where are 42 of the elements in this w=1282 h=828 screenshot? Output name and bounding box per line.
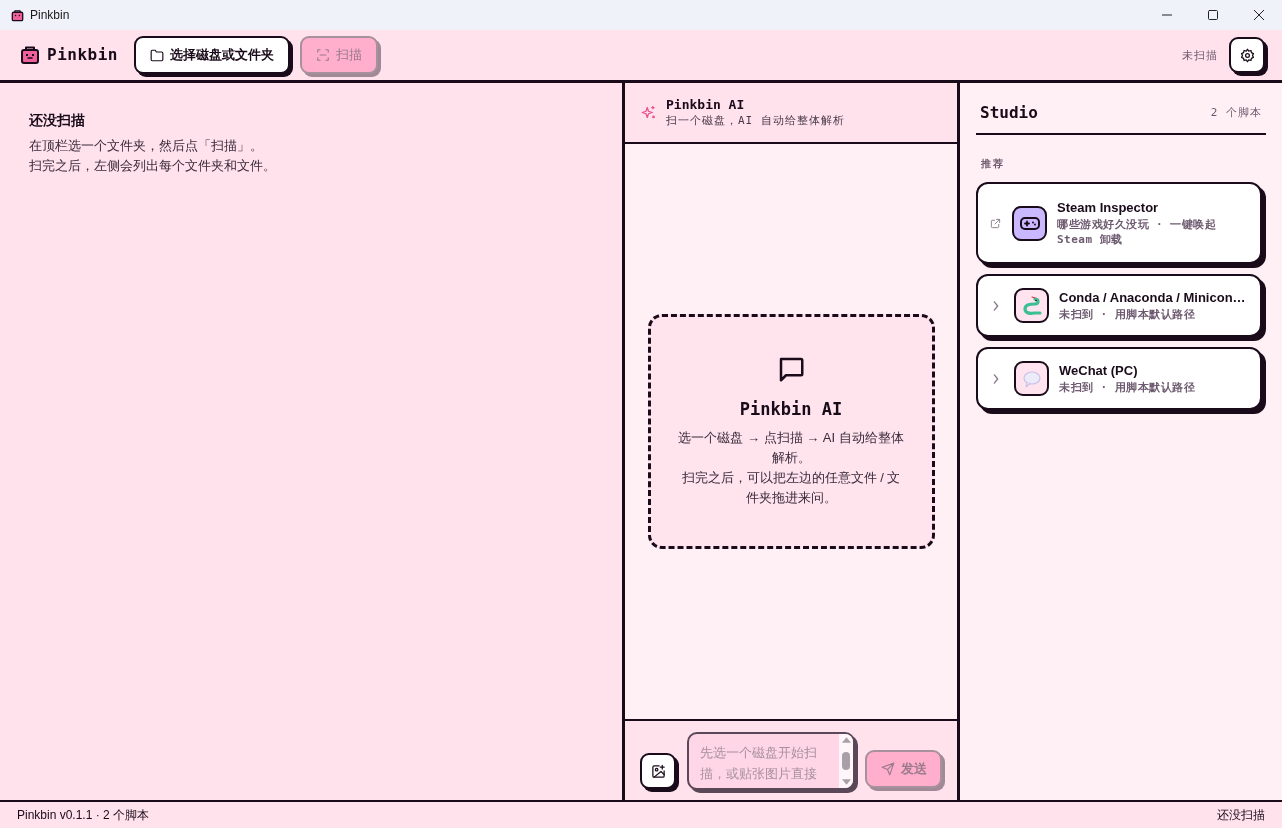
panel-title: 还没扫描 bbox=[29, 111, 86, 130]
section-label: 推荐 bbox=[981, 157, 1005, 171]
scroll-down-icon bbox=[841, 779, 851, 785]
chevron-right-icon bbox=[992, 300, 1000, 311]
script-count: 2 个脚本 bbox=[1210, 104, 1263, 121]
maximize-icon bbox=[1208, 10, 1218, 20]
scroll-up-icon bbox=[841, 737, 851, 743]
script-description: 未扫到 · 用脚本默认路径 bbox=[1059, 380, 1196, 395]
settings-icon bbox=[1239, 47, 1255, 63]
close-icon bbox=[1254, 10, 1264, 20]
script-name: Steam Inspector bbox=[1057, 199, 1159, 217]
external-link-icon bbox=[990, 217, 1001, 229]
panel-subtitle: 扫一个磁盘，AI 自动给整体解析 bbox=[666, 113, 845, 129]
folder-icon bbox=[149, 48, 164, 62]
bag-icon bbox=[11, 8, 24, 22]
image-add-icon bbox=[650, 763, 666, 779]
panel-title: Studio bbox=[979, 102, 1038, 124]
script-description: 哪些游戏好久没玩 · 一键唤起 Steam 卸载 bbox=[1057, 217, 1218, 247]
scan-status: 未扫描 bbox=[1182, 47, 1218, 63]
send-icon bbox=[880, 762, 895, 776]
window-title: Pinkbin bbox=[30, 7, 70, 24]
chevron-right-icon bbox=[992, 373, 1000, 384]
choose-folder-button[interactable]: 选择磁盘或文件夹 bbox=[133, 36, 290, 74]
version-text: Pinkbin v0.1.1 · 2 个脚本 bbox=[17, 807, 150, 824]
panel-title: Pinkbin AI bbox=[666, 96, 746, 113]
sparkle-icon bbox=[641, 105, 656, 120]
hint-text: 在顶栏选一个文件夹，然后点「扫描」。 bbox=[29, 137, 264, 155]
scan-icon bbox=[315, 48, 330, 62]
app-name: Pinkbin bbox=[47, 44, 118, 66]
script-name: Conda / Anaconda / Minicon… bbox=[1059, 289, 1246, 307]
settings-button[interactable] bbox=[1229, 37, 1265, 73]
scrollbar[interactable] bbox=[839, 734, 853, 788]
empty-state-title: Pinkbin AI bbox=[739, 398, 843, 420]
script-name: WeChat (PC) bbox=[1059, 362, 1138, 380]
minimize-icon bbox=[1162, 14, 1172, 16]
scan-status: 还没扫描 bbox=[1217, 807, 1265, 824]
hint-text: 扫完之后，左侧会列出每个文件夹和文件。 bbox=[29, 157, 277, 175]
bag-icon bbox=[20, 45, 40, 65]
empty-state-text: 扫完之后，可以把左边的任意文件 / 文件夹拖进来问。 bbox=[680, 469, 902, 507]
empty-state-text: 选一个磁盘 → 点扫描 → AI 自动给整体解析。 bbox=[677, 429, 905, 467]
attach-image-button[interactable] bbox=[640, 753, 676, 789]
script-description: 未扫到 · 用脚本默认路径 bbox=[1059, 307, 1196, 322]
